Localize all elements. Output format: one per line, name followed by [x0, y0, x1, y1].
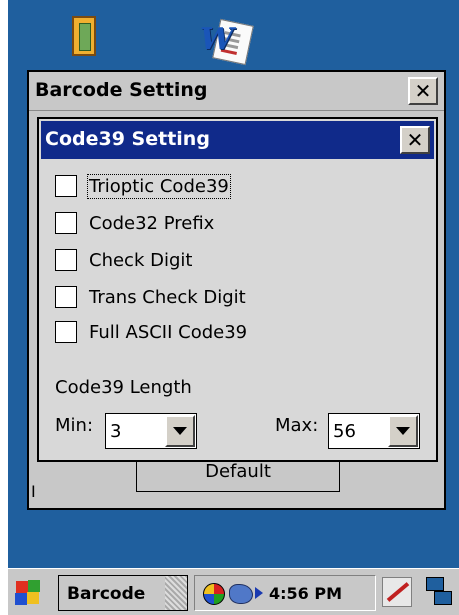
system-tray: 4:56 PM	[194, 575, 376, 611]
code39-setting-title: Code39 Setting	[45, 128, 210, 150]
network-icon[interactable]	[203, 583, 225, 605]
checkbox[interactable]	[55, 249, 77, 271]
barcode-setting-titlebar: Barcode Setting ✕	[29, 72, 444, 111]
chevron-down-icon[interactable]	[388, 415, 418, 447]
code39-length-label: Code39 Length	[55, 377, 192, 398]
taskbar-barcode-button[interactable]: Barcode	[58, 575, 188, 611]
option-check-digit[interactable]: Check Digit	[55, 246, 192, 274]
option-full-ascii-code39[interactable]: Full ASCII Code39	[55, 318, 247, 346]
chevron-down-icon[interactable]	[165, 415, 195, 447]
word-document-icon[interactable]: W	[196, 18, 256, 66]
window-switch-icon[interactable]	[426, 577, 452, 607]
checkbox[interactable]	[55, 175, 77, 197]
background-label-fragment: I	[31, 482, 36, 501]
option-label: Check Digit	[89, 249, 193, 271]
min-length-value: 3	[110, 421, 122, 442]
word-w-glyph: W	[200, 22, 234, 57]
barcode-setting-close-button[interactable]: ✕	[408, 77, 438, 105]
taskbar-button-pattern	[165, 576, 187, 610]
max-length-value: 56	[333, 421, 356, 442]
taskbar: Barcode 4:56 PM	[8, 568, 459, 615]
screen: W Barcode Setting ✕ I Default Code39 Set…	[0, 0, 459, 615]
option-label: Trioptic Code39	[87, 173, 231, 199]
option-trioptic-code39[interactable]: Trioptic Code39	[55, 172, 231, 200]
pen-input-icon[interactable]	[382, 577, 412, 607]
option-label: Trans Check Digit	[89, 286, 246, 308]
barcode-setting-title: Barcode Setting	[35, 79, 208, 101]
code39-setting-titlebar: Code39 Setting ✕	[41, 121, 434, 159]
max-length-select[interactable]: 56	[328, 413, 420, 449]
tray-arrow-icon[interactable]	[255, 587, 263, 599]
checkbox[interactable]	[55, 321, 77, 343]
option-label: Code32 Prefix	[89, 212, 215, 234]
min-length-select[interactable]: 3	[105, 413, 197, 449]
clock[interactable]: 4:56 PM	[269, 584, 342, 603]
taskbar-barcode-label: Barcode	[67, 584, 146, 604]
start-flag-icon[interactable]	[14, 579, 42, 607]
max-label: Max:	[275, 415, 319, 436]
checkbox[interactable]	[55, 286, 77, 308]
option-label: Full ASCII Code39	[89, 321, 248, 343]
connection-icon[interactable]	[229, 584, 253, 604]
min-label: Min:	[55, 415, 94, 436]
option-code32-prefix[interactable]: Code32 Prefix	[55, 209, 214, 237]
option-trans-check-digit[interactable]: Trans Check Digit	[55, 283, 246, 311]
code39-setting-close-button[interactable]: ✕	[400, 126, 430, 154]
app-icon[interactable]	[72, 16, 96, 56]
checkbox[interactable]	[55, 212, 77, 234]
code39-setting-dialog: Code39 Setting ✕ Trioptic Code39 Code32 …	[37, 117, 438, 462]
